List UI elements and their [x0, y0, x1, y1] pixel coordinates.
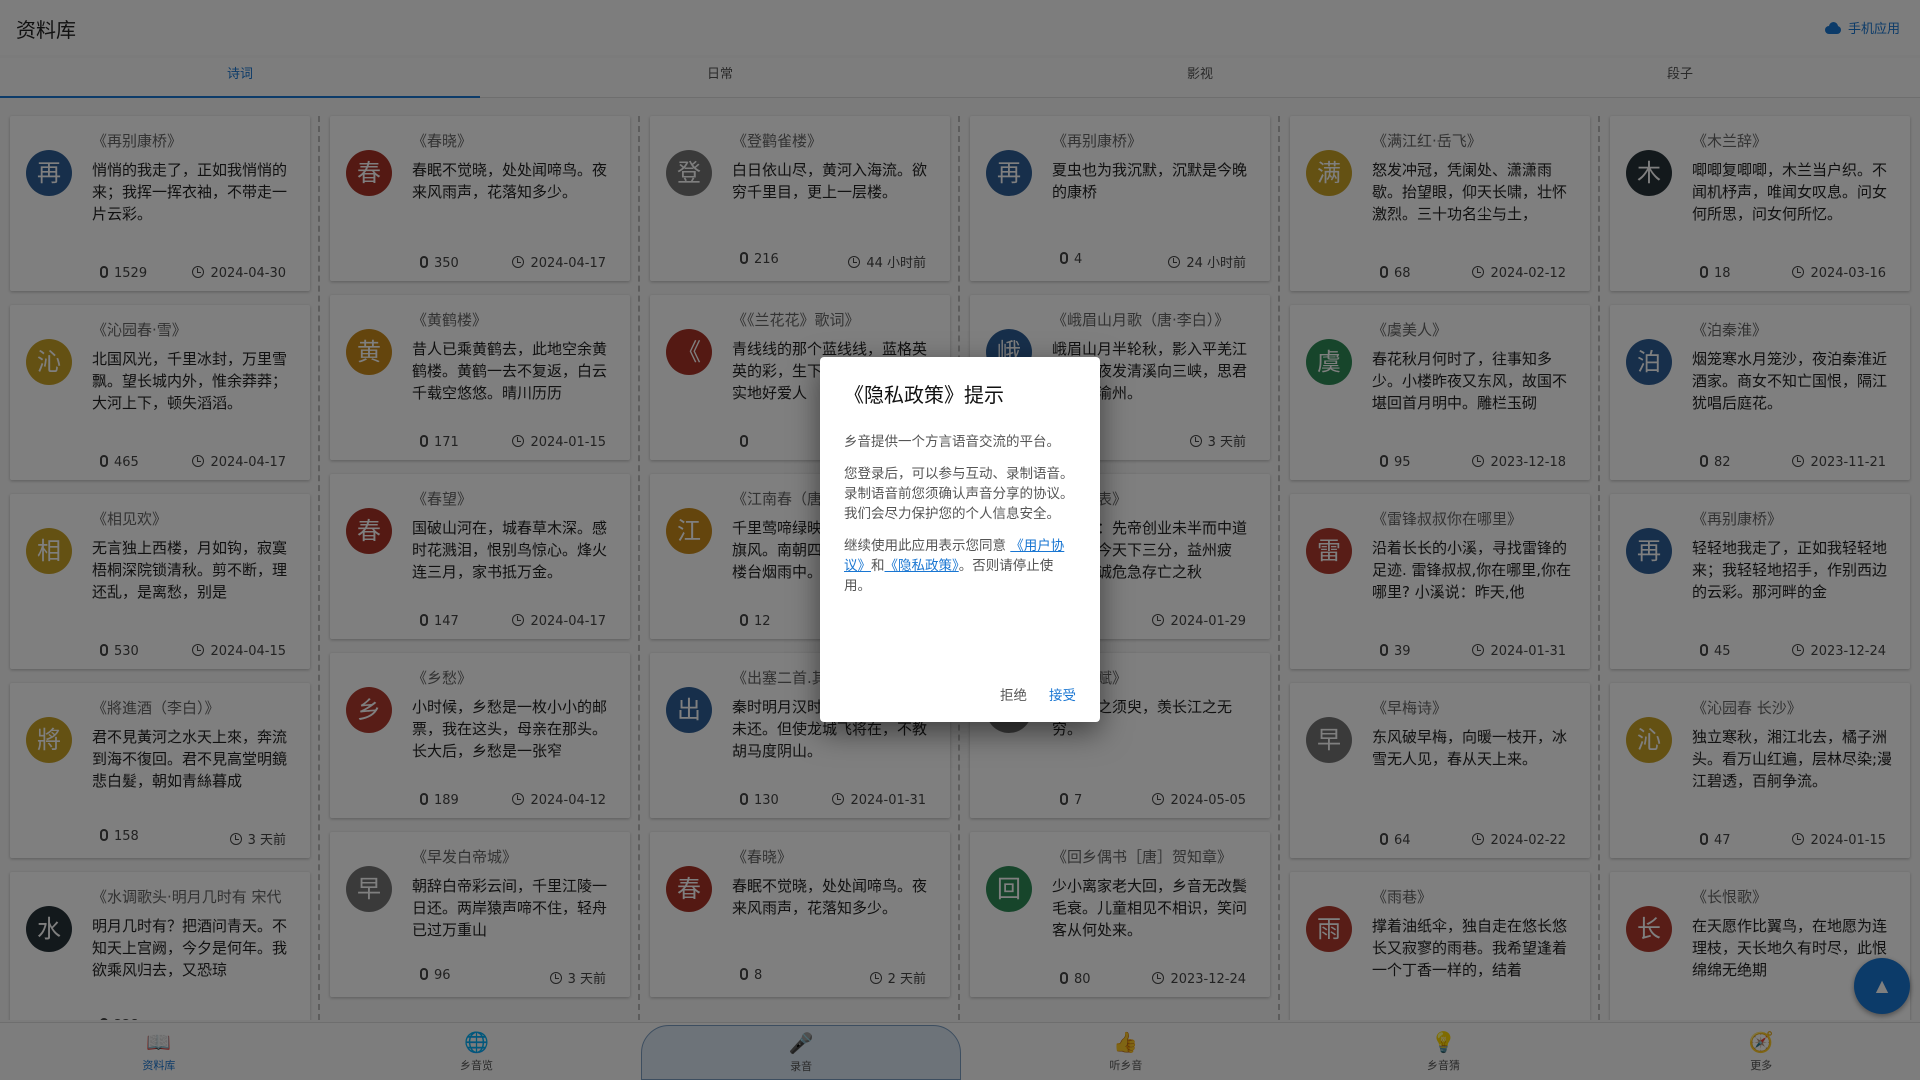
dialog-paragraph-2: 您登录后，可以参与互动、录制语音。录制语音前您须确认声音分享的协议。我们会尽力保…: [844, 466, 1074, 522]
dialog-actions: 拒绝 接受: [1000, 684, 1076, 704]
dialog-and: 和: [871, 558, 885, 574]
privacy-dialog: 《隐私政策》提示 乡音提供一个方言语音交流的平台。 您登录后，可以参与互动、录制…: [820, 357, 1100, 722]
dialog-paragraph-3: 继续使用此应用表示您同意 《用户协议》和《隐私政策》。否则请停止使用。: [844, 536, 1076, 596]
reject-button[interactable]: 拒绝: [1000, 684, 1027, 704]
privacy-policy-link[interactable]: 《隐私政策》: [885, 558, 959, 574]
dialog-p3-prefix: 继续使用此应用表示您同意: [844, 538, 1006, 554]
dialog-title: 《隐私政策》提示: [844, 383, 1004, 407]
accept-button[interactable]: 接受: [1049, 684, 1076, 704]
dialog-paragraph-1: 乡音提供一个方言语音交流的平台。: [844, 434, 1060, 450]
